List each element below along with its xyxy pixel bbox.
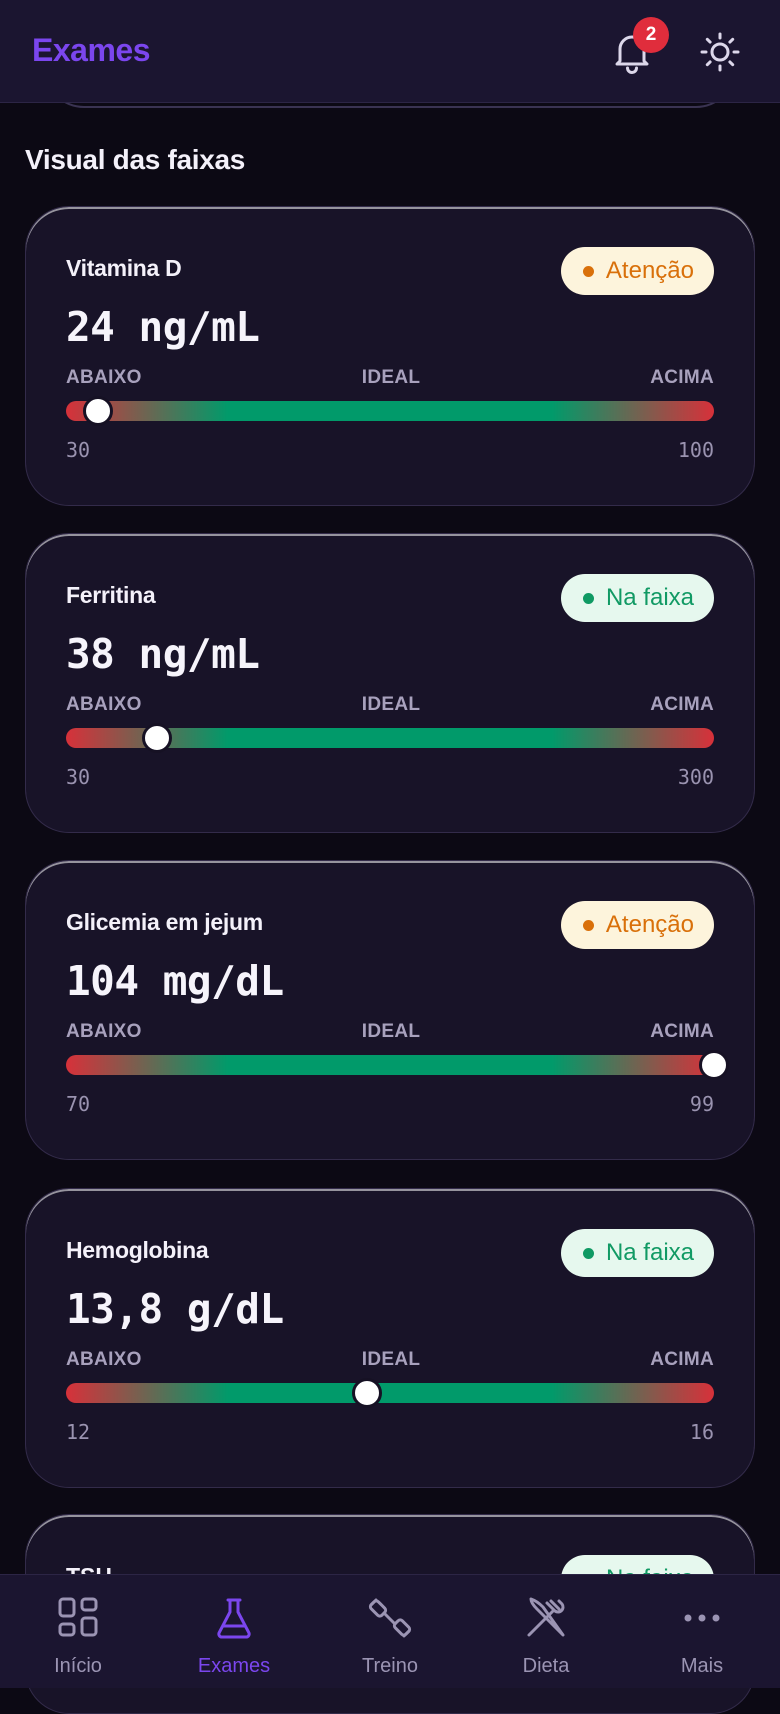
status-label: Na faixa (605, 584, 694, 611)
range-min: 70 (66, 1092, 91, 1116)
nav-label: Início (54, 1655, 102, 1677)
range-marker[interactable] (699, 1050, 729, 1080)
theme-toggle-button[interactable] (696, 28, 744, 76)
zone-label-ideal: IDEAL (361, 1349, 421, 1370)
range-min: 30 (66, 438, 91, 462)
range-card[interactable]: Vitamina D Atenção 24 ng/mL ABAIXO IDEAL ACIM… (25, 206, 755, 506)
bottom-nav: Início Exames Treino Dieta Mais (0, 1574, 780, 1688)
exam-value: 13,8 g/dL (66, 1285, 284, 1333)
status-badge: Atenção (560, 901, 714, 949)
range-max: 100 (677, 438, 714, 462)
section-title: Visual das faixas (25, 144, 246, 175)
more-icon (684, 1614, 720, 1622)
status-dot (582, 1247, 594, 1259)
status-badge: Atenção (560, 247, 714, 295)
exam-value: 104 mg/dL (66, 957, 284, 1005)
zone-label-ideal: IDEAL (361, 1021, 421, 1042)
page-title: Exames (32, 32, 150, 68)
range-min: 12 (66, 1420, 91, 1444)
notification-badge: 2 (633, 17, 669, 53)
nav-label: Dieta (522, 1655, 570, 1677)
zone-label-high: ACIMA (650, 1021, 714, 1042)
range-card[interactable]: Ferritina Na faixa 38 ng/mL ABAIXO IDEAL ACIM… (25, 533, 755, 833)
grid-icon (58, 1597, 98, 1637)
range-marker[interactable] (83, 396, 114, 426)
app-header: Exames 2 (0, 0, 780, 103)
status-badge: Na faixa (560, 1229, 714, 1277)
zone-label-ideal: IDEAL (361, 367, 421, 388)
range-marker[interactable] (352, 1378, 383, 1408)
range-marker[interactable] (141, 723, 172, 753)
zone-label-high: ACIMA (650, 1349, 714, 1370)
range-card[interactable]: Glicemia em jejum Atenção 104 mg/dL ABAIXO I… (25, 860, 755, 1160)
status-dot (582, 919, 594, 931)
zone-label-high: ACIMA (650, 367, 714, 388)
range-bar (66, 1378, 714, 1408)
exam-name: Ferritina (66, 582, 156, 608)
nav-item-inicio[interactable]: Início (0, 1575, 156, 1689)
status-dot (582, 265, 594, 277)
exam-value: 38 ng/mL (66, 630, 260, 678)
nav-label: Exames (197, 1655, 271, 1677)
range-bar (66, 723, 714, 753)
dumbbell-icon (368, 1598, 412, 1638)
exam-name: Hemoglobina (66, 1237, 209, 1263)
range-card[interactable]: Hemoglobina Na faixa 13,8 g/dL ABAIXO IDEAL A… (25, 1188, 755, 1488)
nav-item-treino[interactable]: Treino (312, 1575, 468, 1689)
status-badge: Na faixa (560, 574, 714, 622)
status-label: Atenção (605, 911, 694, 938)
range-bar (66, 1050, 729, 1080)
nav-label: Treino (362, 1655, 418, 1677)
status-label: Na faixa (605, 1239, 694, 1266)
nav-item-dieta[interactable]: Dieta (468, 1575, 624, 1689)
sun-icon (700, 32, 740, 72)
exam-name: Glicemia em jejum (66, 909, 263, 935)
status-label: Atenção (605, 257, 694, 284)
status-dot (582, 592, 594, 604)
nav-item-mais[interactable]: Mais (624, 1575, 780, 1689)
exam-name: Vitamina D (66, 255, 182, 281)
nav-item-exames[interactable]: Exames (156, 1575, 312, 1689)
range-max: 16 (689, 1420, 714, 1444)
flask-icon (217, 1598, 251, 1639)
zone-label-ideal: IDEAL (361, 694, 421, 715)
range-bar (66, 396, 714, 426)
zone-label-high: ACIMA (650, 694, 714, 715)
range-max: 300 (677, 765, 714, 789)
range-max: 99 (689, 1092, 714, 1116)
nav-label: Mais (680, 1655, 724, 1677)
exam-value: 24 ng/mL (66, 303, 260, 351)
range-min: 30 (66, 765, 91, 789)
fork-knife-icon (527, 1597, 565, 1637)
